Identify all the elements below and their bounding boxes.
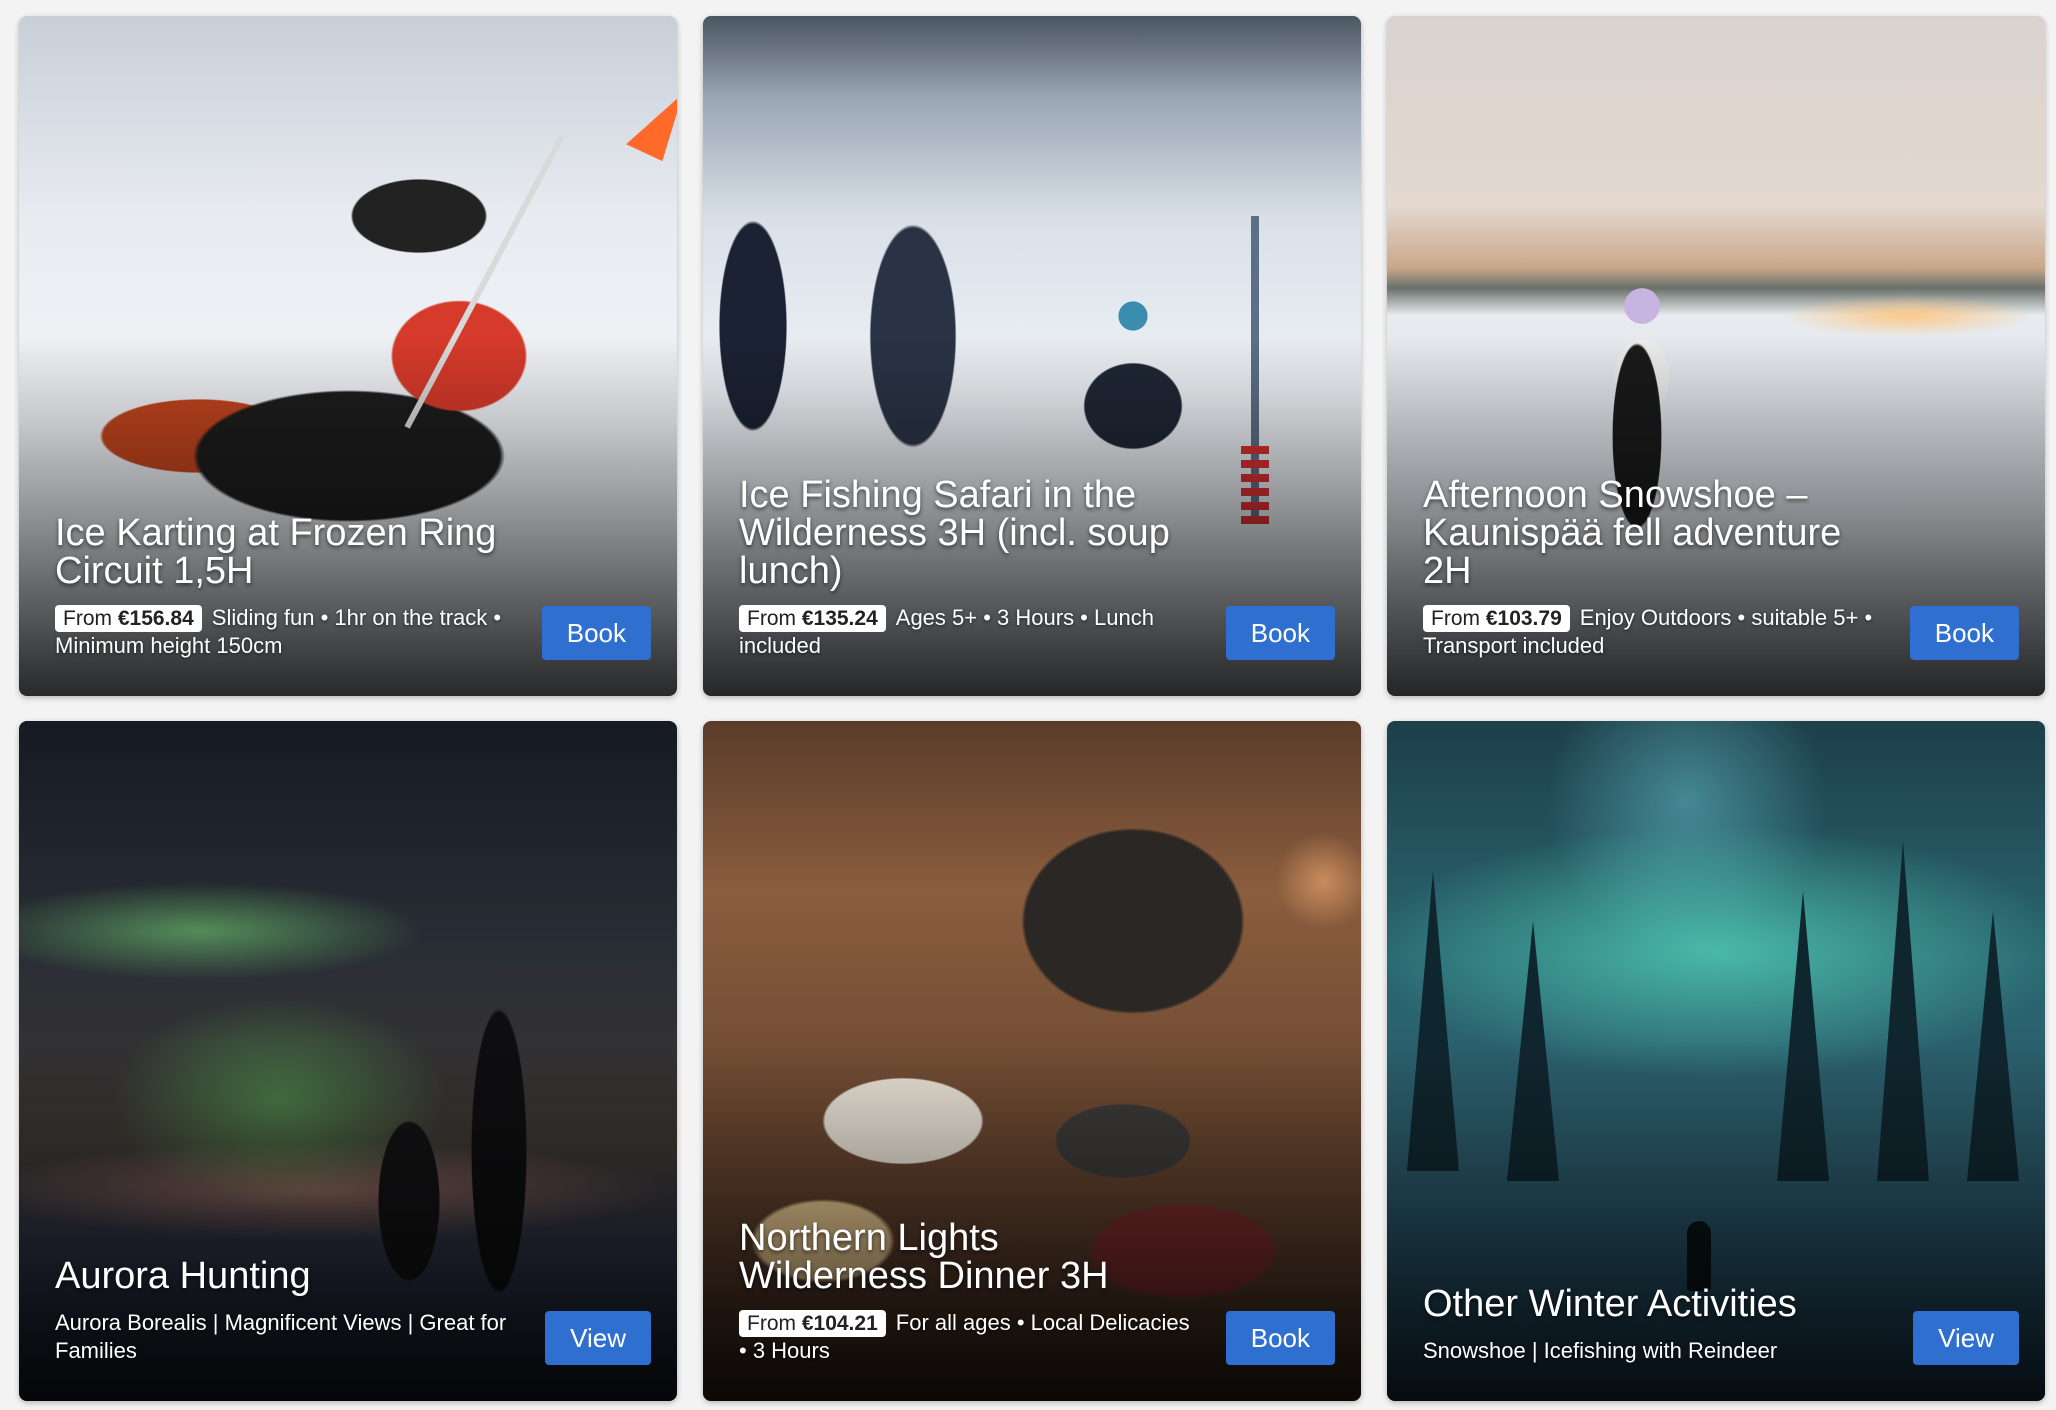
price-badge: From €135.24	[739, 605, 886, 632]
card-title: Ice Karting at Frozen Ring Circuit 1,5H	[55, 512, 497, 592]
track-flag	[626, 80, 677, 162]
card-title: Afternoon Snowshoe – Kaunispää fell adve…	[1423, 474, 1842, 592]
card-description: Snowshoe | Icefishing with Reindeer	[1423, 1338, 1778, 1363]
book-button[interactable]: Book	[1225, 1311, 1335, 1365]
price-badge: From €156.84	[55, 605, 202, 632]
card-title: Other Winter Activities	[1423, 1283, 1797, 1325]
card-content: Ice Karting at Frozen Ring Circuit 1,5H …	[55, 514, 507, 660]
card-content: Other Winter Activities Snowshoe | Icefi…	[1423, 1285, 1875, 1365]
price-value: €103.79	[1485, 607, 1562, 630]
card-description: Aurora Borealis | Magnificent Views | Gr…	[55, 1310, 507, 1363]
card-description-row: From €103.79 Enjoy Outdoors • suitable 5+…	[1423, 604, 1875, 660]
activity-card-wilderness-dinner[interactable]: Northern Lights Wilderness Dinner 3H Fro…	[703, 721, 1361, 1401]
book-button[interactable]: Book	[541, 606, 651, 660]
card-title: Northern Lights Wilderness Dinner 3H	[739, 1217, 1109, 1297]
card-description-row: From €104.21 For all ages • Local Delicac…	[739, 1309, 1191, 1365]
card-content: Afternoon Snowshoe – Kaunispää fell adve…	[1423, 476, 1875, 660]
card-title: Ice Fishing Safari in the Wilderness 3H …	[739, 474, 1170, 592]
view-button[interactable]: View	[545, 1311, 651, 1365]
activity-card-other-winter[interactable]: Other Winter Activities Snowshoe | Icefi…	[1387, 721, 2045, 1401]
book-button[interactable]: Book	[1909, 606, 2019, 660]
activity-card-ice-karting[interactable]: Ice Karting at Frozen Ring Circuit 1,5H …	[19, 16, 677, 696]
activity-card-aurora-hunting[interactable]: Aurora Hunting Aurora Borealis | Magnifi…	[19, 721, 677, 1401]
activity-grid: Ice Karting at Frozen Ring Circuit 1,5H …	[0, 0, 2056, 1410]
book-button[interactable]: Book	[1225, 606, 1335, 660]
card-title: Aurora Hunting	[55, 1255, 311, 1297]
view-button[interactable]: View	[1913, 1311, 2019, 1365]
price-value: €104.21	[801, 1312, 878, 1335]
card-content: Aurora Hunting Aurora Borealis | Magnifi…	[55, 1257, 507, 1365]
card-description-row: From €156.84 Sliding fun • 1hr on the tra…	[55, 604, 507, 660]
activity-card-snowshoe[interactable]: Afternoon Snowshoe – Kaunispää fell adve…	[1387, 16, 2045, 696]
card-content: Northern Lights Wilderness Dinner 3H Fro…	[739, 1219, 1191, 1365]
activity-card-ice-fishing[interactable]: Ice Fishing Safari in the Wilderness 3H …	[703, 16, 1361, 696]
price-value: €135.24	[801, 607, 878, 630]
price-value: €156.84	[117, 607, 194, 630]
price-badge: From €103.79	[1423, 605, 1570, 632]
price-badge: From €104.21	[739, 1310, 886, 1337]
card-description-row: From €135.24 Ages 5+ • 3 Hours • Lunch in…	[739, 604, 1191, 660]
card-content: Ice Fishing Safari in the Wilderness 3H …	[739, 476, 1191, 660]
